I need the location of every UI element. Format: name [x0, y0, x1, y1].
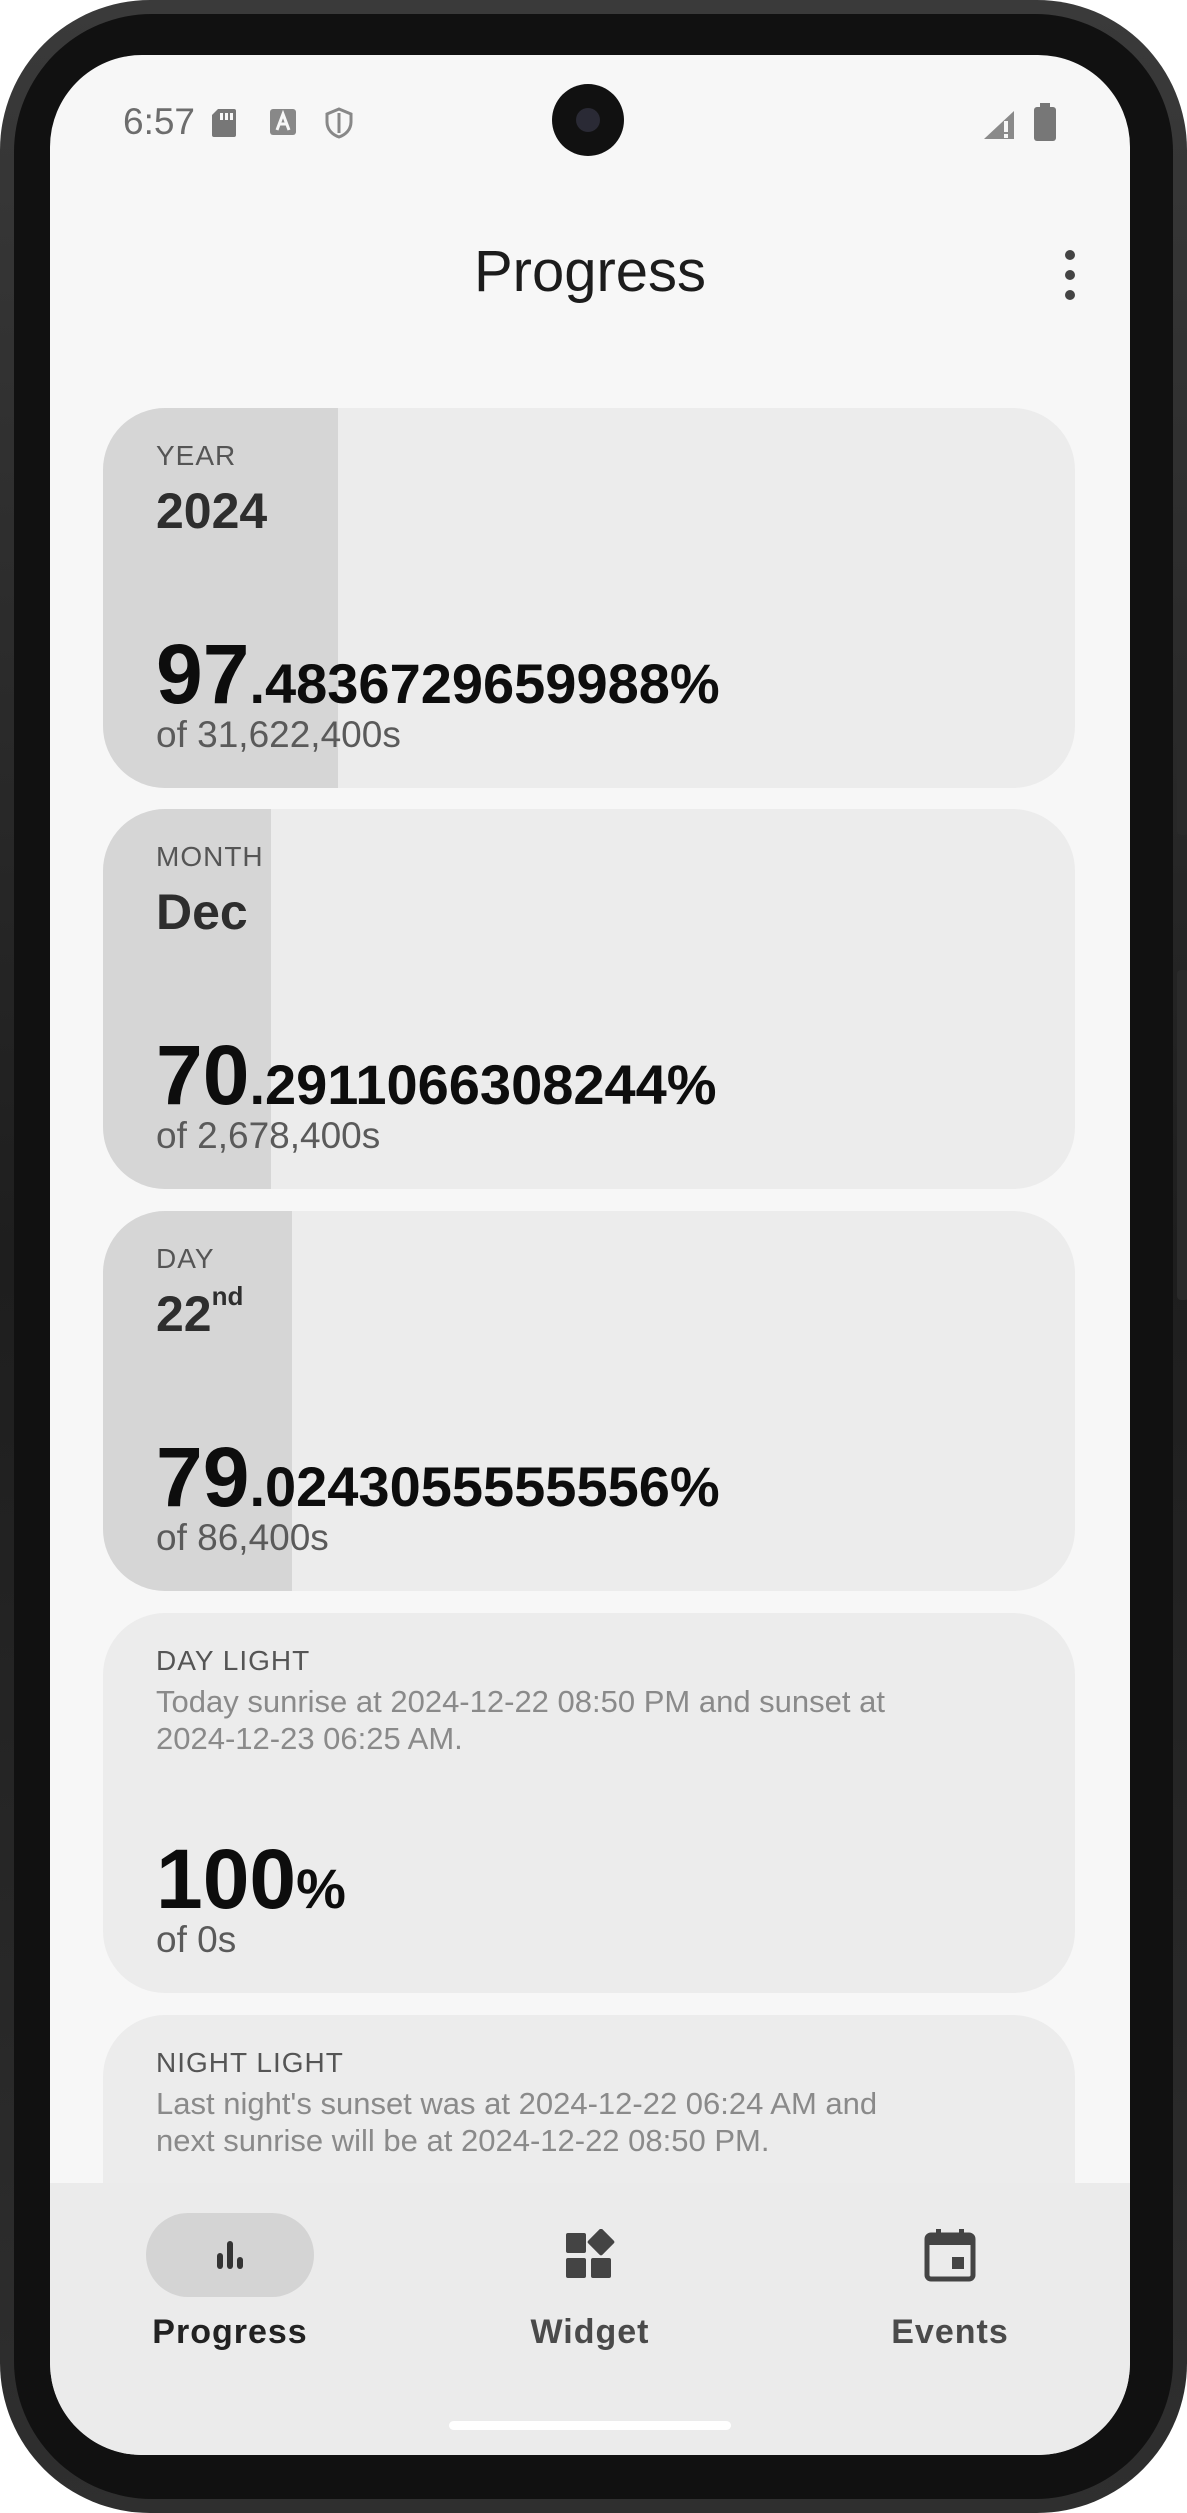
calendar-icon [924, 2229, 976, 2282]
day-suffix: nd [211, 1281, 244, 1311]
battery-icon [1034, 103, 1056, 141]
percent-decimal: .2911066308244% [249, 1053, 717, 1116]
signal-icon [984, 111, 1014, 139]
page-title: Progress [473, 239, 707, 304]
app-notification-icon [270, 109, 296, 135]
card-percentage: 97.4836729659988% [156, 626, 720, 723]
card-label: MONTH [156, 841, 264, 872]
percent-integer: 100 [156, 1832, 297, 1926]
more-options-icon[interactable] [1050, 245, 1090, 305]
nav-item-events[interactable]: Events [800, 2213, 1100, 2352]
card-label: YEAR [156, 440, 237, 471]
power-button [1177, 970, 1187, 1300]
card-description: Today sunrise at 2024-12-22 08:50 PM and… [156, 1684, 885, 1756]
month-progress-card[interactable]: MONTH Dec 70.2911066308244% of 2,678,400… [103, 809, 1075, 1189]
nav-item-progress[interactable]: Progress [80, 2213, 380, 2352]
phone-frame: 6:57 Progress YEAR 2024 97.4836729659988… [0, 0, 1187, 2513]
bar-chart-icon [217, 2241, 243, 2269]
percent-integer: 79 [156, 1430, 250, 1524]
card-label: NIGHT LIGHT [156, 2047, 344, 2078]
percent-decimal: .4836729659988% [249, 652, 720, 715]
year-progress-card[interactable]: YEAR 2024 97.4836729659988% of 31,622,40… [103, 408, 1075, 788]
card-total: of 31,622,400s [156, 714, 401, 755]
card-percentage: 70.2911066308244% [156, 1027, 717, 1124]
card-total: of 0s [156, 1919, 237, 1960]
card-period: 2024 [156, 483, 268, 539]
card-percentage: 100% [156, 1831, 346, 1928]
shield-icon [325, 107, 353, 139]
day-progress-card[interactable]: DAY 22nd 79.0243055555556% of 86,400s [103, 1211, 1075, 1591]
card-description: Last night's sunset was at 2024-12-22 06… [156, 2086, 878, 2158]
card-total: of 86,400s [156, 1517, 329, 1558]
nav-icon-container [506, 2213, 674, 2297]
percent-decimal: % [296, 1857, 346, 1920]
card-label: DAY LIGHT [156, 1645, 311, 1676]
card-period: 22nd [156, 1281, 243, 1343]
card-label: DAY [156, 1243, 215, 1274]
percent-integer: 70 [156, 1028, 250, 1122]
widgets-icon [566, 2229, 615, 2278]
percent-decimal: .0243055555556% [249, 1455, 720, 1518]
front-camera [552, 84, 624, 156]
sd-card-icon [212, 109, 236, 137]
nav-icon-container [866, 2213, 1034, 2297]
nav-label: Progress [152, 2313, 308, 2351]
day-number: 22 [156, 1286, 212, 1342]
screen: 6:57 Progress YEAR 2024 97.4836729659988… [50, 55, 1130, 2455]
card-period: Dec [156, 884, 248, 940]
volume-button [1177, 670, 1187, 835]
card-total: of 2,678,400s [156, 1115, 381, 1156]
percent-integer: 97 [156, 627, 250, 721]
home-indicator[interactable] [449, 2421, 731, 2430]
status-bar: 6:57 [50, 55, 1130, 185]
card-percentage: 79.0243055555556% [156, 1429, 720, 1526]
nav-item-widget[interactable]: Widget [440, 2213, 740, 2352]
nav-label: Events [891, 2313, 1009, 2351]
nav-active-indicator [146, 2213, 314, 2297]
status-time: 6:57 [123, 101, 196, 142]
bottom-navigation: Progress Widget Events [50, 2183, 1130, 2455]
daylight-card[interactable]: DAY LIGHT Today sunrise at 2024-12-22 08… [103, 1613, 1075, 1993]
nav-label: Widget [530, 2313, 650, 2351]
